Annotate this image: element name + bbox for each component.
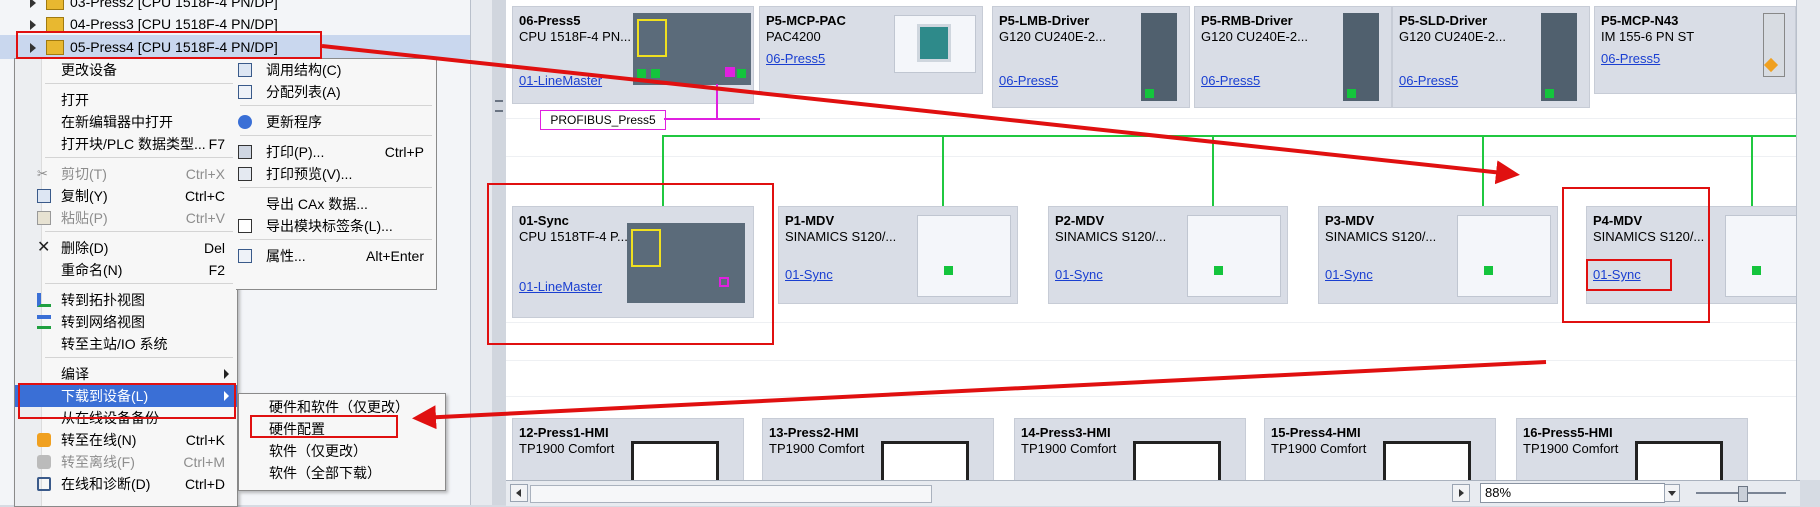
annotation-arrow (321, 44, 1520, 185)
annotation-arrow (412, 360, 1547, 430)
annotation-arrows (321, 44, 1547, 430)
